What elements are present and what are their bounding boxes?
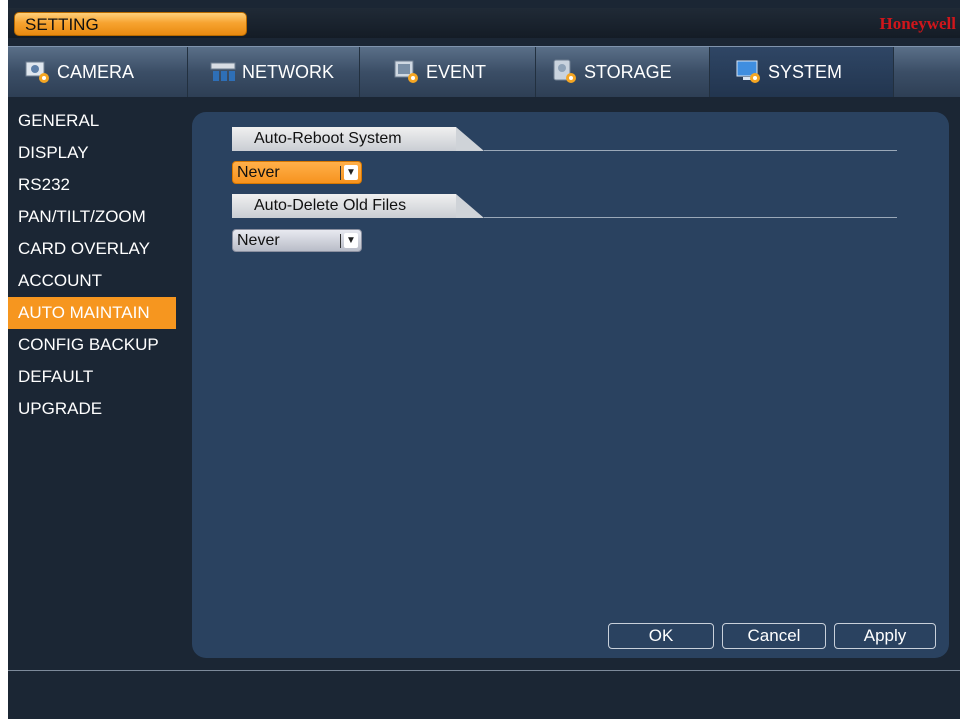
brand-logo: Honeywell xyxy=(879,14,957,33)
select-value: Never xyxy=(237,232,280,249)
sidebar-item-pan-tilt-zoom[interactable]: PAN/TILT/ZOOM xyxy=(8,201,176,233)
auto-reboot-select[interactable]: Never ▼ xyxy=(232,161,362,184)
apply-button[interactable]: Apply xyxy=(834,623,936,649)
auto-reboot-heading: Auto-Reboot System xyxy=(232,127,484,151)
main-tab-bar: CAMERA NETWORK EVENT STORAGE SYSTEM xyxy=(8,46,960,97)
tab-label: EVENT xyxy=(426,61,487,82)
sidebar-item-card-overlay[interactable]: CARD OVERLAY xyxy=(8,233,176,265)
section-divider xyxy=(484,150,897,151)
status-bar xyxy=(8,671,960,719)
sidebar-item-default[interactable]: DEFAULT xyxy=(8,361,176,393)
select-separator xyxy=(340,166,341,180)
system-icon xyxy=(736,59,762,85)
sidebar-item-account[interactable]: ACCOUNT xyxy=(8,265,176,297)
tab-label: STORAGE xyxy=(584,61,672,82)
sidebar-item-config-backup[interactable]: CONFIG BACKUP xyxy=(8,329,176,361)
sidebar-item-general[interactable]: GENERAL xyxy=(8,105,176,137)
sidebar-item-rs232[interactable]: RS232 xyxy=(8,169,176,201)
tab-storage[interactable]: STORAGE xyxy=(536,47,710,97)
title-bar: SETTING Honeywell xyxy=(8,8,960,38)
tab-label: CAMERA xyxy=(57,61,135,82)
chevron-down-icon: ▼ xyxy=(344,233,358,248)
tab-system[interactable]: SYSTEM xyxy=(710,47,894,97)
sidebar-menu: GENERAL DISPLAY RS232 PAN/TILT/ZOOM CARD… xyxy=(8,105,176,425)
auto-delete-heading: Auto-Delete Old Files xyxy=(232,194,484,218)
content-panel: Auto-Reboot System Never ▼ Auto-Delete O… xyxy=(192,112,949,658)
event-icon xyxy=(394,59,420,85)
camera-icon xyxy=(25,59,51,85)
chevron-down-icon: ▼ xyxy=(344,165,358,180)
sidebar-item-auto-maintain[interactable]: AUTO MAINTAIN xyxy=(8,297,176,329)
auto-delete-select[interactable]: Never ▼ xyxy=(232,229,362,252)
tab-camera[interactable]: CAMERA xyxy=(8,47,188,97)
settings-window: SETTING Honeywell CAMERA NETWORK EVENT S… xyxy=(8,0,960,719)
network-icon xyxy=(210,59,236,85)
storage-icon xyxy=(552,59,578,85)
tab-network[interactable]: NETWORK xyxy=(188,47,360,97)
sidebar-item-display[interactable]: DISPLAY xyxy=(8,137,176,169)
tab-label: NETWORK xyxy=(242,61,334,82)
tab-label: SYSTEM xyxy=(768,61,843,82)
cancel-button[interactable]: Cancel xyxy=(722,623,826,649)
window-title: SETTING xyxy=(14,12,247,36)
tab-event[interactable]: EVENT xyxy=(360,47,536,97)
sidebar-item-upgrade[interactable]: UPGRADE xyxy=(8,393,176,425)
section-divider xyxy=(484,217,897,218)
select-separator xyxy=(340,234,341,248)
select-value: Never xyxy=(237,164,280,181)
ok-button[interactable]: OK xyxy=(608,623,714,649)
